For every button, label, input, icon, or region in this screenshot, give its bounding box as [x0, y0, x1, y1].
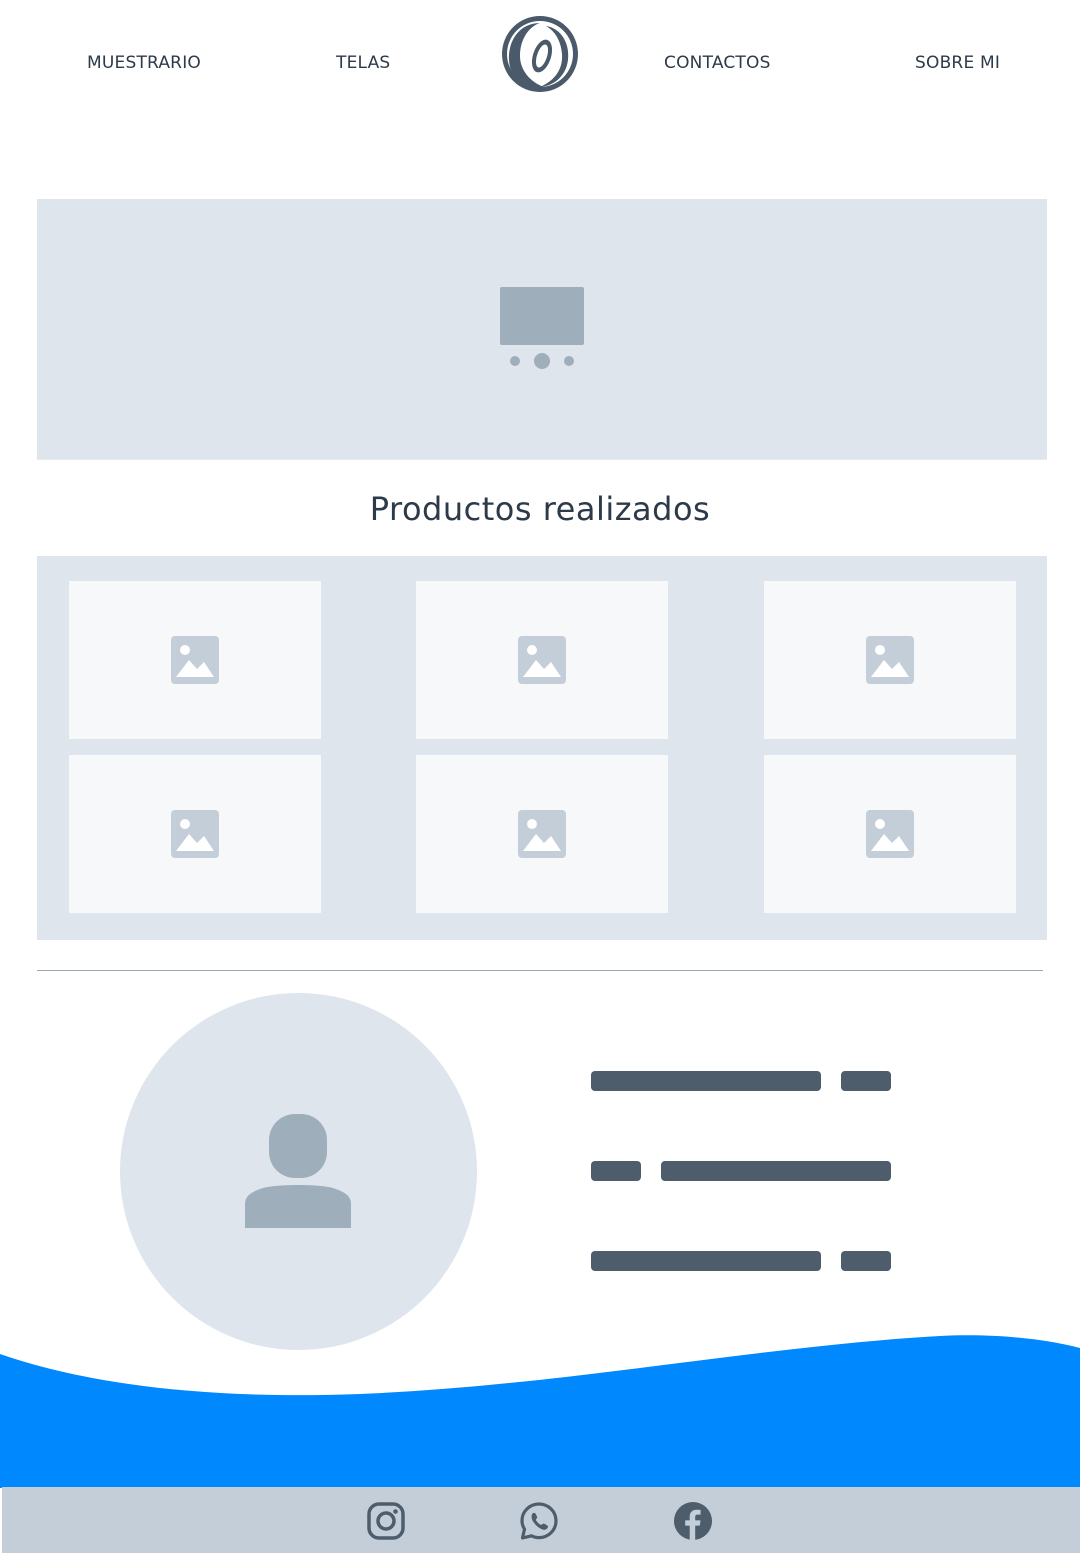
image-icon — [866, 810, 914, 858]
image-icon — [518, 636, 566, 684]
nav-link-telas[interactable]: TELAS — [336, 50, 390, 76]
image-icon — [171, 810, 219, 858]
text-placeholder-bar — [591, 1251, 821, 1271]
avatar — [120, 993, 477, 1350]
whatsapp-link[interactable] — [519, 1501, 559, 1541]
gallery-item[interactable] — [764, 581, 1016, 739]
logo-icon — [502, 16, 578, 92]
text-placeholder-bar — [661, 1161, 891, 1181]
text-placeholder-bar — [591, 1071, 821, 1091]
facebook-link[interactable] — [673, 1501, 713, 1541]
gallery-item[interactable] — [416, 581, 668, 739]
nav-link-sobre-mi[interactable]: SOBRE MI — [915, 50, 1000, 76]
gallery-item[interactable] — [764, 755, 1016, 913]
nav-link-contactos[interactable]: CONTACTOS — [664, 50, 771, 76]
text-placeholder-bar — [841, 1251, 891, 1271]
hero-slideshow[interactable] — [37, 199, 1047, 460]
image-icon — [171, 636, 219, 684]
divider — [37, 970, 1043, 971]
section-title: Productos realizados — [369, 490, 711, 528]
gallery-item[interactable] — [69, 581, 321, 739]
products-gallery — [37, 556, 1047, 940]
nav-link-muestrario[interactable]: MUESTRARIO — [87, 50, 201, 76]
text-placeholder-bar — [841, 1071, 891, 1091]
instagram-icon — [367, 1502, 405, 1540]
user-icon — [245, 1114, 351, 1228]
image-icon — [518, 810, 566, 858]
gallery-item[interactable] — [416, 755, 668, 913]
facebook-icon — [674, 1502, 712, 1540]
gallery-item[interactable] — [69, 755, 321, 913]
whatsapp-icon — [520, 1502, 558, 1540]
slideshow-icon — [500, 287, 584, 369]
text-placeholder-bar — [591, 1161, 641, 1181]
logo[interactable] — [500, 14, 580, 94]
image-icon — [866, 636, 914, 684]
decorative-wave — [0, 1335, 1080, 1488]
instagram-link[interactable] — [366, 1501, 406, 1541]
